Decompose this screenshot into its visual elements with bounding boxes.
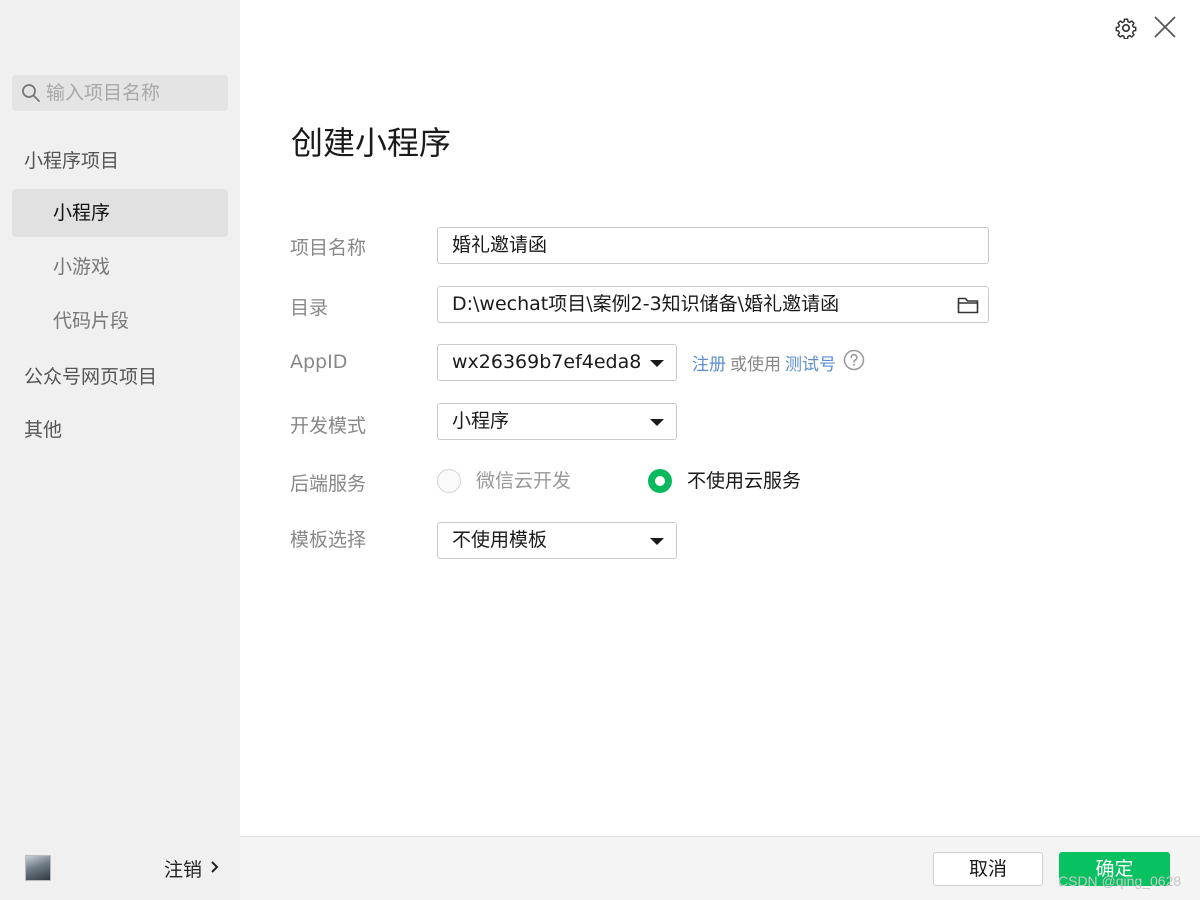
gear-icon [1115,18,1137,43]
appid-value: wx26369b7ef4eda853 [452,351,642,373]
bottom-bar [240,836,1200,900]
directory-input[interactable]: D:\wechat项目\案例2-3知识储备\婚礼邀请函 [437,286,989,323]
radio-no-cloud-label[interactable]: 不使用云服务 [687,469,801,493]
or-use-text: 或使用 [730,354,781,375]
project-search[interactable] [12,75,228,111]
backend-label: 后端服务 [290,473,367,495]
settings-button[interactable] [1115,17,1137,40]
template-label: 模板选择 [290,529,367,551]
avatar[interactable] [25,855,51,881]
close-icon [1153,16,1177,43]
appid-select[interactable]: wx26369b7ef4eda853 [437,344,677,381]
chevron-down-icon [650,419,664,426]
dev-mode-value: 小程序 [452,410,510,432]
project-name-value: 婚礼邀请函 [452,234,548,256]
directory-value: D:\wechat项目\案例2-3知识储备\婚礼邀请函 [452,293,840,315]
logout-label: 注销 [164,858,203,881]
project-name-input[interactable]: 婚礼邀请函 [437,227,989,264]
nav-group-miniprogram[interactable]: 小程序项目 [24,146,119,173]
radio-wechat-cloud[interactable] [437,469,461,493]
directory-label: 目录 [290,297,329,319]
template-select[interactable]: 不使用模板 [437,522,677,559]
chevron-down-icon [650,538,664,545]
sidebar-item-miniprogram[interactable]: 小程序 [12,189,228,237]
page-title: 创建小程序 [291,124,452,162]
folder-icon[interactable] [957,295,979,320]
dev-mode-select[interactable]: 小程序 [437,403,677,440]
logout-button[interactable]: 注销 [164,855,220,881]
nav-group-other[interactable]: 其他 [24,415,62,442]
template-value: 不使用模板 [452,529,548,551]
sidebar-item-minigame[interactable]: 小游戏 [12,243,228,291]
appid-label: AppID [290,351,348,373]
chevron-down-icon [650,360,664,367]
close-button[interactable] [1153,15,1177,39]
radio-no-cloud[interactable] [648,469,672,493]
help-icon[interactable] [843,349,865,376]
dev-mode-label: 开发模式 [290,415,367,437]
watermark: CSDN @qing_0628 [1058,873,1182,889]
radio-wechat-cloud-label[interactable]: 微信云开发 [476,469,571,493]
test-account-link[interactable]: 测试号 [785,350,836,375]
cancel-button[interactable]: 取消 [933,852,1043,886]
search-icon [21,83,41,107]
chevron-right-icon [210,857,220,879]
nav-group-official-account[interactable]: 公众号网页项目 [24,362,157,389]
sidebar: 小程序项目 小程序 小游戏 代码片段 公众号网页项目 其他 注销 [0,0,240,900]
project-name-label: 项目名称 [290,237,367,259]
sidebar-item-code-snippet[interactable]: 代码片段 [12,297,228,345]
appid-extra: 注册 或使用 测试号 [692,349,865,376]
search-input[interactable] [46,75,222,111]
register-link[interactable]: 注册 [692,350,726,375]
